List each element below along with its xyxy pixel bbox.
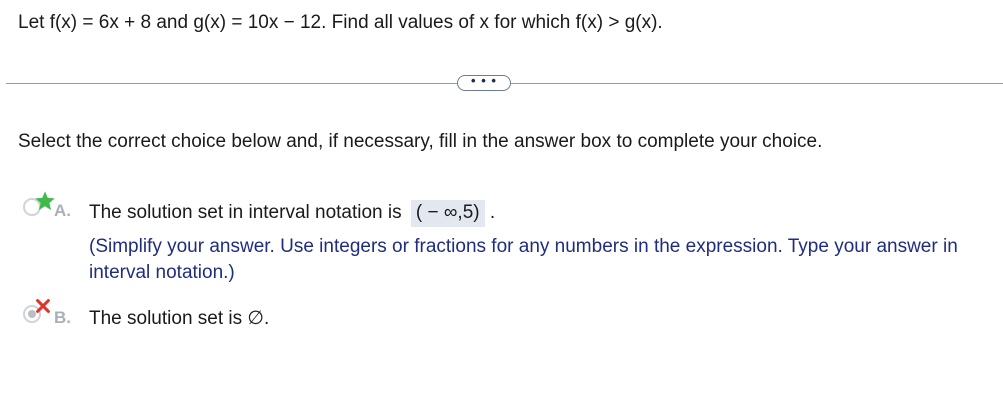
choice-a-period: . xyxy=(489,202,496,223)
expand-more-button[interactable]: • • • xyxy=(457,73,511,91)
choice-a-hint: (Simplify your answer. Use integers or f… xyxy=(89,236,958,283)
correct-star-icon xyxy=(34,190,56,217)
choice-b-letter: B. xyxy=(54,308,71,327)
choice-a-letter: A. xyxy=(54,201,71,220)
more-dots-label: • • • xyxy=(471,73,497,88)
instruction-text: Select the correct choice below and, if … xyxy=(18,131,823,152)
incorrect-x-icon xyxy=(34,297,52,320)
question-text: Let f(x) = 6x + 8 and g(x) = 10x − 12. F… xyxy=(18,12,663,33)
answer-box[interactable]: ( − ∞,5) xyxy=(410,200,485,227)
choice-a-text-line: The solution set in interval notation is… xyxy=(89,200,495,227)
choice-b-label: The solution set is ∅. xyxy=(89,308,270,329)
choice-a-label: The solution set in interval notation is xyxy=(89,202,402,223)
